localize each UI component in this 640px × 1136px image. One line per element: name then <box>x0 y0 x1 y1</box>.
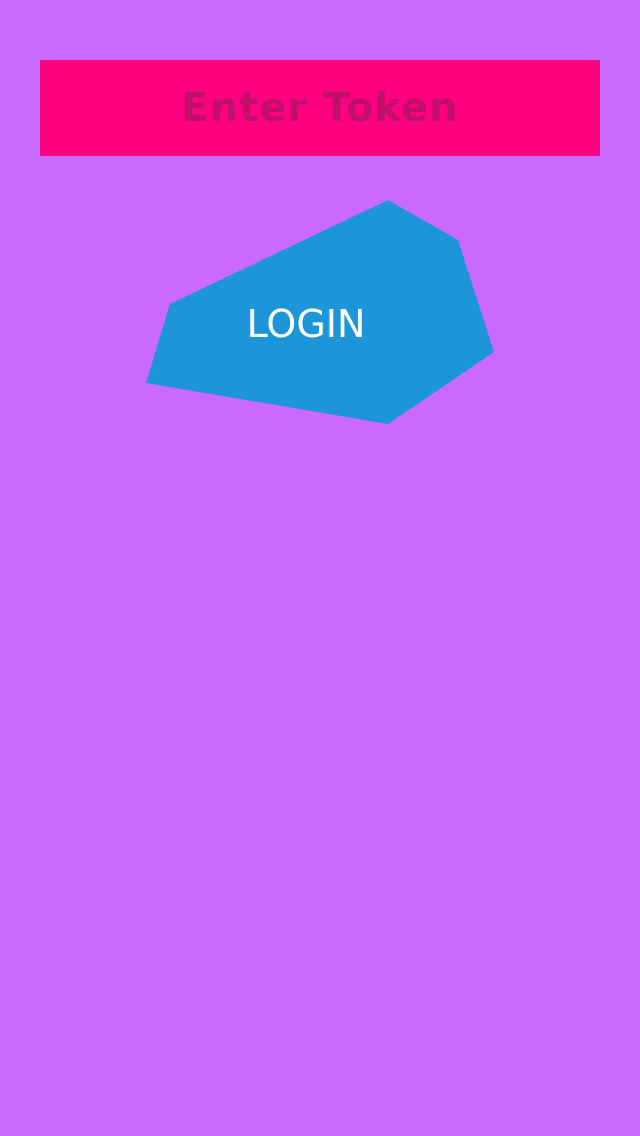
token-input[interactable]: Enter Token <box>40 60 600 156</box>
login-button-container: LOGIN <box>0 0 640 1136</box>
login-button[interactable] <box>146 200 494 424</box>
login-button-shape-svg <box>146 200 494 424</box>
token-placeholder: Enter Token <box>181 85 459 131</box>
